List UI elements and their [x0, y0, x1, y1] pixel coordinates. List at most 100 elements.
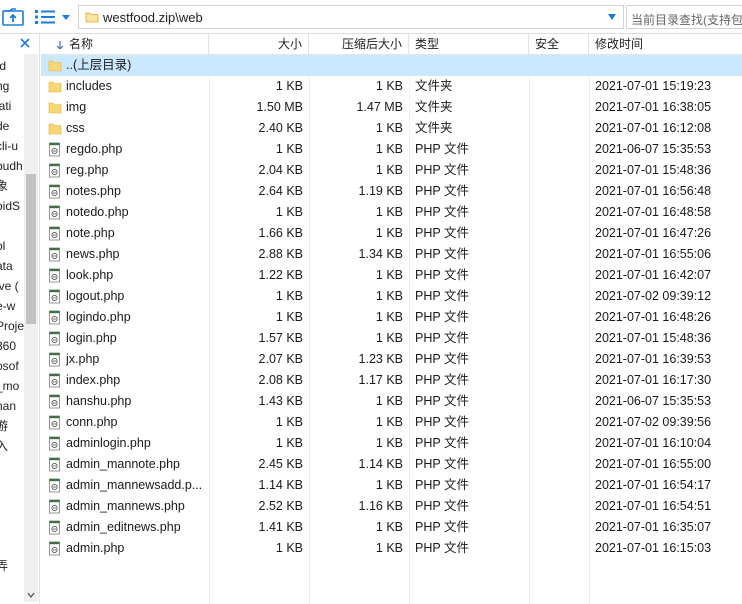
column-security[interactable]: 安全 — [529, 34, 589, 55]
tree-item[interactable] — [0, 536, 26, 556]
tree-item[interactable]: lati — [0, 96, 26, 116]
tree-scrollbar[interactable] — [24, 54, 38, 602]
list-view-icon[interactable] — [34, 9, 56, 25]
folder-row[interactable]: includes 1 KB 1 KB 文件夹 2021-07-01 15:19:23 — [41, 76, 742, 97]
tree-item[interactable]: ol — [0, 236, 26, 256]
view-dropdown-icon[interactable] — [60, 11, 72, 23]
tree-item[interactable]: 游 — [0, 416, 26, 436]
file-row[interactable]: logout.php 1 KB 1 KB PHP 文件 2021-07-02 09:39… — [41, 286, 742, 307]
tree-item[interactable]: cli-u — [0, 136, 26, 156]
file-row[interactable]: conn.php 1 KB 1 KB PHP 文件 2021-07-02 09:39:5… — [41, 412, 742, 433]
php-file-icon — [49, 478, 60, 493]
file-modified: 2021-07-01 16:10:04 — [595, 436, 712, 450]
tree-item[interactable]: 象 — [0, 176, 26, 196]
folder-tree-list: .dnglatidecli-uoudh象oidS olataive (e-wPro… — [0, 56, 26, 576]
file-row[interactable]: admin_editnews.php 1.41 KB 1 KB PHP 文件 2021-… — [41, 517, 742, 538]
parent-directory-row[interactable]: ..(上层目录) — [41, 55, 742, 76]
file-row[interactable]: login.php 1.57 KB 1 KB PHP 文件 2021-07-01 15:… — [41, 328, 742, 349]
php-file-icon — [49, 205, 60, 220]
tree-item[interactable] — [0, 456, 26, 476]
file-row[interactable]: admin_mannote.php 2.45 KB 1.14 KB PHP 文件 202… — [41, 454, 742, 475]
tree-item[interactable]: _mo — [0, 376, 26, 396]
close-icon[interactable] — [18, 36, 32, 50]
up-folder-icon[interactable] — [2, 7, 24, 27]
tree-item[interactable]: Proje — [0, 316, 26, 336]
tree-item[interactable] — [0, 516, 26, 536]
file-name: index.php — [66, 373, 121, 387]
file-type: PHP 文件 — [415, 457, 469, 471]
file-compressed-size: 1.16 KB — [358, 499, 403, 513]
file-row[interactable]: notedo.php 1 KB 1 KB PHP 文件 2021-07-01 16:48… — [41, 202, 742, 223]
file-compressed-size: 1 KB — [375, 436, 403, 450]
file-row[interactable]: adminlogin.php 1 KB 1 KB PHP 文件 2021-07-01 1… — [41, 433, 742, 454]
file-type: PHP 文件 — [415, 520, 469, 534]
tree-item[interactable]: 360 — [0, 336, 26, 356]
search-input[interactable]: 当前目录查找(支持包 — [626, 5, 742, 29]
tree-item[interactable] — [0, 216, 26, 236]
tree-item[interactable]: ata — [0, 256, 26, 276]
php-file-icon — [49, 499, 60, 514]
file-row[interactable]: note.php 1.66 KB 1 KB PHP 文件 2021-07-01 16:4… — [41, 223, 742, 244]
file-modified: 2021-07-01 15:19:23 — [595, 79, 712, 93]
file-size: 1.50 MB — [256, 100, 303, 114]
column-compressed[interactable]: 压缩后大小 — [309, 34, 409, 55]
tree-item[interactable]: oidS — [0, 196, 26, 216]
file-name: admin_mannote.php — [66, 457, 180, 471]
tree-item[interactable]: 弄 — [0, 556, 26, 576]
file-row[interactable]: logindo.php 1 KB 1 KB PHP 文件 2021-07-01 16:4… — [41, 307, 742, 328]
file-type: PHP 文件 — [415, 226, 469, 240]
file-name: admin_mannewsadd.p... — [66, 478, 203, 492]
file-type: PHP 文件 — [415, 142, 469, 156]
php-file-icon — [49, 373, 60, 388]
file-row[interactable]: admin.php 1 KB 1 KB PHP 文件 2021-07-01 16:15:… — [41, 538, 742, 559]
file-compressed-size: 1.34 KB — [358, 247, 403, 261]
file-size: 2.64 KB — [258, 184, 303, 198]
column-modified[interactable]: 修改时间 — [589, 34, 742, 55]
column-size[interactable]: 大小 — [209, 34, 309, 55]
file-size: 1 KB — [275, 142, 303, 156]
file-compressed-size: 1 KB — [375, 268, 403, 282]
file-row[interactable]: hanshu.php 1.43 KB 1 KB PHP 文件 2021-06-07 15… — [41, 391, 742, 412]
file-row[interactable]: index.php 2.08 KB 1.17 KB PHP 文件 2021-07-01 … — [41, 370, 742, 391]
tree-item[interactable]: 入 — [0, 436, 26, 456]
file-row[interactable]: look.php 1.22 KB 1 KB PHP 文件 2021-07-01 16:4… — [41, 265, 742, 286]
file-modified: 2021-07-01 16:56:48 — [595, 184, 712, 198]
scroll-down-icon[interactable] — [26, 590, 36, 600]
column-type[interactable]: 类型 — [409, 34, 529, 55]
file-size: 1 KB — [275, 436, 303, 450]
tree-item[interactable]: ive ( — [0, 276, 26, 296]
folder-icon — [48, 81, 62, 93]
tree-item[interactable]: .d — [0, 56, 26, 76]
file-name: admin.php — [66, 541, 125, 555]
php-file-icon — [49, 163, 60, 178]
file-modified: 2021-07-01 16:47:26 — [595, 226, 712, 240]
file-size: 1 KB — [275, 541, 303, 555]
tree-item[interactable]: osof — [0, 356, 26, 376]
file-row[interactable]: notes.php 2.64 KB 1.19 KB PHP 文件 2021-07-01 … — [41, 181, 742, 202]
tree-item[interactable]: de — [0, 116, 26, 136]
address-dropdown-icon[interactable] — [607, 13, 617, 21]
file-compressed-size: 1.23 KB — [358, 352, 403, 366]
folder-row[interactable]: img 1.50 MB 1.47 MB 文件夹 2021-07-01 16:38:05 — [41, 97, 742, 118]
file-row[interactable]: jx.php 2.07 KB 1.23 KB PHP 文件 2021-07-01 16:… — [41, 349, 742, 370]
tree-item[interactable]: e-w — [0, 296, 26, 316]
file-name: adminlogin.php — [66, 436, 151, 450]
file-compressed-size: 1 KB — [375, 163, 403, 177]
php-file-icon — [49, 268, 60, 283]
file-row[interactable]: admin_mannewsadd.p... 1.14 KB 1 KB PHP 文件 20… — [41, 475, 742, 496]
folder-row[interactable]: css 2.40 KB 1 KB 文件夹 2021-07-01 16:12:08 — [41, 118, 742, 139]
file-type: PHP 文件 — [415, 289, 469, 303]
tree-item[interactable]: oudh — [0, 156, 26, 176]
column-name[interactable]: 名称 — [41, 34, 209, 55]
tree-item[interactable] — [0, 476, 26, 496]
file-row[interactable]: admin_mannews.php 2.52 KB 1.16 KB PHP 文件 202… — [41, 496, 742, 517]
file-row[interactable]: reg.php 2.04 KB 1 KB PHP 文件 2021-07-01 15:48… — [41, 160, 742, 181]
tree-item[interactable]: ng — [0, 76, 26, 96]
tree-item[interactable] — [0, 496, 26, 516]
tree-item[interactable]: nan — [0, 396, 26, 416]
address-bar[interactable]: westfood.zip\web — [78, 5, 624, 29]
file-row[interactable]: news.php 2.88 KB 1.34 KB PHP 文件 2021-07-01 1… — [41, 244, 742, 265]
scrollbar-thumb[interactable] — [26, 174, 36, 324]
file-type: PHP 文件 — [415, 478, 469, 492]
file-row[interactable]: regdo.php 1 KB 1 KB PHP 文件 2021-06-07 15:35:… — [41, 139, 742, 160]
